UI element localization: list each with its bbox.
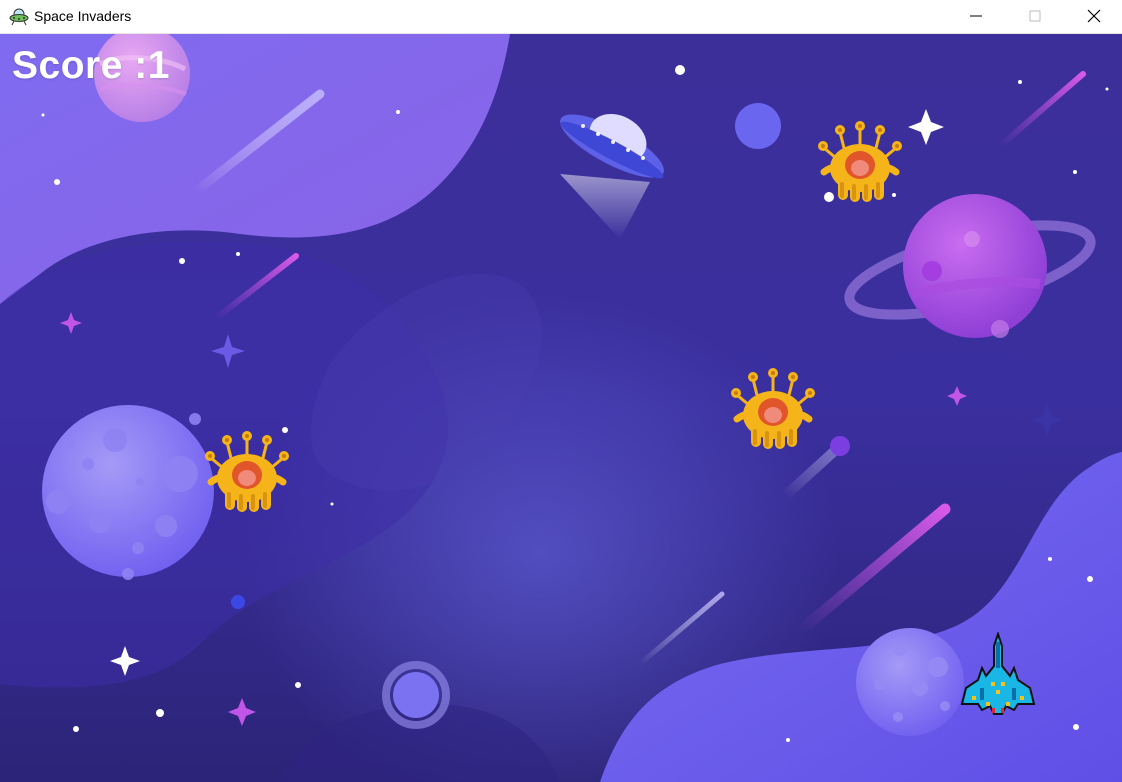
score-display: Score :1 — [12, 44, 170, 87]
maximize-icon — [1029, 10, 1041, 22]
title-bar[interactable]: Space Invaders — [0, 0, 1122, 34]
space-background — [0, 34, 1122, 782]
ufo-icon — [9, 8, 29, 26]
alien-invader-sprite — [731, 368, 815, 449]
alien-invader-sprite — [818, 121, 902, 202]
alien-invader-sprite — [205, 431, 289, 512]
maximize-button[interactable] — [1012, 0, 1058, 33]
minimize-button[interactable] — [953, 0, 999, 33]
app-window: Space Invaders Score:1 — [0, 0, 1122, 782]
close-button[interactable] — [1071, 0, 1117, 33]
game-canvas[interactable]: Score :1 — [0, 34, 1122, 782]
close-icon — [1087, 9, 1101, 23]
window-title: Space Invaders — [34, 8, 132, 24]
minimize-icon — [970, 15, 982, 17]
player-spaceship-sprite[interactable] — [958, 632, 1038, 716]
